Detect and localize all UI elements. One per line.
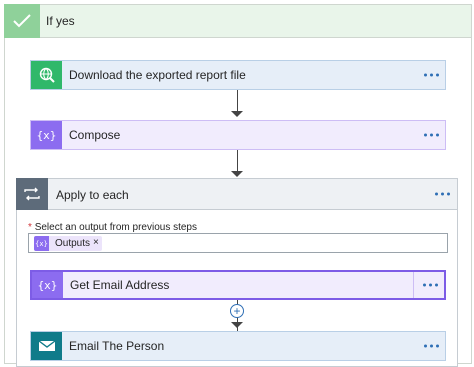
compose-braces-icon: {x} [34,236,49,251]
more-options-icon[interactable] [423,283,438,287]
action-title: Download the exported report file [69,68,246,82]
apply-to-each-title: Apply to each [56,188,129,202]
checkmark-icon [4,4,40,38]
compose-braces-icon: {x} [32,272,63,298]
select-output-label: * Select an output from previous steps [28,222,197,233]
required-marker: * [28,222,32,233]
envelope-icon [31,332,62,360]
connector-line [237,150,238,172]
token-label: Outputs [55,238,91,249]
globe-search-icon [31,61,62,89]
action-card-get-email[interactable]: {x} Get Email Address [30,270,446,300]
loop-icon [16,178,48,210]
menu-divider [413,272,414,298]
arrow-down-icon [231,171,243,177]
more-options-icon[interactable] [428,184,452,204]
connector-line [237,90,238,112]
outputs-token[interactable]: {x} Outputs × [34,236,102,251]
more-options-icon[interactable] [424,73,439,77]
arrow-down-icon [231,322,243,328]
more-options-icon[interactable] [424,344,439,348]
more-options-icon[interactable] [424,133,439,137]
add-step-icon[interactable]: + [230,304,244,318]
action-title: Get Email Address [70,278,170,292]
if-yes-title: If yes [46,14,75,28]
compose-braces-icon: {x} [31,121,62,149]
action-title: Compose [69,128,121,142]
arrow-down-icon [231,111,243,117]
remove-token-icon[interactable]: × [93,237,99,248]
action-title: Email The Person [69,339,165,353]
action-card-compose[interactable]: {x} Compose [30,120,446,150]
action-card-download[interactable]: Download the exported report file [30,60,446,90]
action-card-email-person[interactable]: Email The Person [30,331,446,361]
